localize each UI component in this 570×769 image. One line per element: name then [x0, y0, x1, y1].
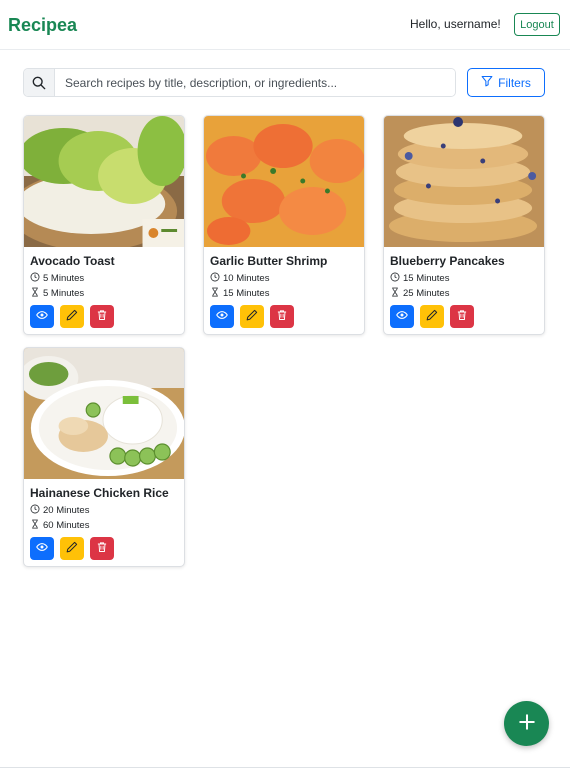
cook-time-text: 60 Minutes [43, 520, 90, 531]
edit-button[interactable] [60, 537, 84, 560]
recipe-image-garlic-butter-shrimp[interactable] [204, 116, 364, 247]
brand-logo[interactable]: Recipea [8, 15, 77, 36]
prep-time-text: 10 Minutes [223, 273, 270, 284]
trash-icon [456, 309, 468, 324]
recipe-title: Avocado Toast [30, 254, 115, 268]
clock-icon [30, 504, 40, 517]
recipe-card[interactable]: Hainanese Chicken Rice 20 Minutes 60 Min… [23, 347, 185, 567]
eye-icon [216, 309, 228, 324]
search-input[interactable] [55, 69, 455, 96]
view-button[interactable] [390, 305, 414, 328]
edit-button[interactable] [240, 305, 264, 328]
delete-button[interactable] [270, 305, 294, 328]
filters-label: Filters [498, 75, 531, 90]
hourglass-icon [30, 519, 40, 532]
recipe-title: Hainanese Chicken Rice [30, 486, 169, 500]
edit-button[interactable] [60, 305, 84, 328]
search-bar [23, 68, 456, 97]
eye-icon [36, 541, 48, 556]
pencil-icon [66, 541, 78, 556]
hourglass-icon [390, 287, 400, 300]
trash-icon [96, 309, 108, 324]
clock-icon [390, 272, 400, 285]
navbar: Recipea Hello, username! Logout [0, 0, 570, 50]
cook-time: 60 Minutes [30, 519, 89, 532]
cook-time-text: 25 Minutes [403, 288, 450, 299]
search-icon [24, 69, 55, 96]
view-button[interactable] [30, 537, 54, 560]
cook-time: 25 Minutes [390, 287, 449, 300]
hourglass-icon [30, 287, 40, 300]
card-actions [30, 305, 114, 328]
bottom-divider [0, 767, 570, 768]
edit-button[interactable] [420, 305, 444, 328]
cook-time-text: 15 Minutes [223, 288, 270, 299]
cook-time-text: 5 Minutes [43, 288, 85, 299]
filter-icon [481, 75, 493, 90]
prep-time-text: 15 Minutes [403, 273, 450, 284]
hourglass-icon [210, 287, 220, 300]
cook-time: 5 Minutes [30, 287, 84, 300]
pencil-icon [246, 309, 258, 324]
view-button[interactable] [210, 305, 234, 328]
prep-time: 5 Minutes [30, 272, 84, 285]
card-actions [210, 305, 294, 328]
filters-button[interactable]: Filters [467, 68, 545, 97]
pencil-icon [66, 309, 78, 324]
add-recipe-button[interactable] [504, 701, 549, 746]
plus-icon [518, 713, 536, 734]
logout-button[interactable]: Logout [514, 13, 560, 36]
delete-button[interactable] [90, 305, 114, 328]
recipe-image-hainanese-chicken-rice[interactable] [24, 348, 184, 479]
cook-time: 15 Minutes [210, 287, 269, 300]
trash-icon [96, 541, 108, 556]
prep-time: 20 Minutes [30, 504, 89, 517]
recipe-title: Garlic Butter Shrimp [210, 254, 328, 268]
view-button[interactable] [30, 305, 54, 328]
clock-icon [30, 272, 40, 285]
prep-time: 15 Minutes [390, 272, 449, 285]
pencil-icon [426, 309, 438, 324]
recipe-image-avocado-toast[interactable] [24, 116, 184, 247]
eye-icon [36, 309, 48, 324]
clock-icon [210, 272, 220, 285]
card-actions [390, 305, 474, 328]
prep-time-text: 5 Minutes [43, 273, 85, 284]
user-greeting: Hello, username! [410, 17, 501, 31]
card-actions [30, 537, 114, 560]
recipe-card[interactable]: Avocado Toast 5 Minutes 5 Minutes [23, 115, 185, 335]
delete-button[interactable] [90, 537, 114, 560]
recipe-card[interactable]: Blueberry Pancakes 15 Minutes 25 Minutes [383, 115, 545, 335]
recipe-title: Blueberry Pancakes [390, 254, 505, 268]
trash-icon [276, 309, 288, 324]
recipe-image-blueberry-pancakes[interactable] [384, 116, 544, 247]
recipe-card[interactable]: Garlic Butter Shrimp 10 Minutes 15 Minut… [203, 115, 365, 335]
prep-time: 10 Minutes [210, 272, 269, 285]
prep-time-text: 20 Minutes [43, 505, 90, 516]
eye-icon [396, 309, 408, 324]
delete-button[interactable] [450, 305, 474, 328]
